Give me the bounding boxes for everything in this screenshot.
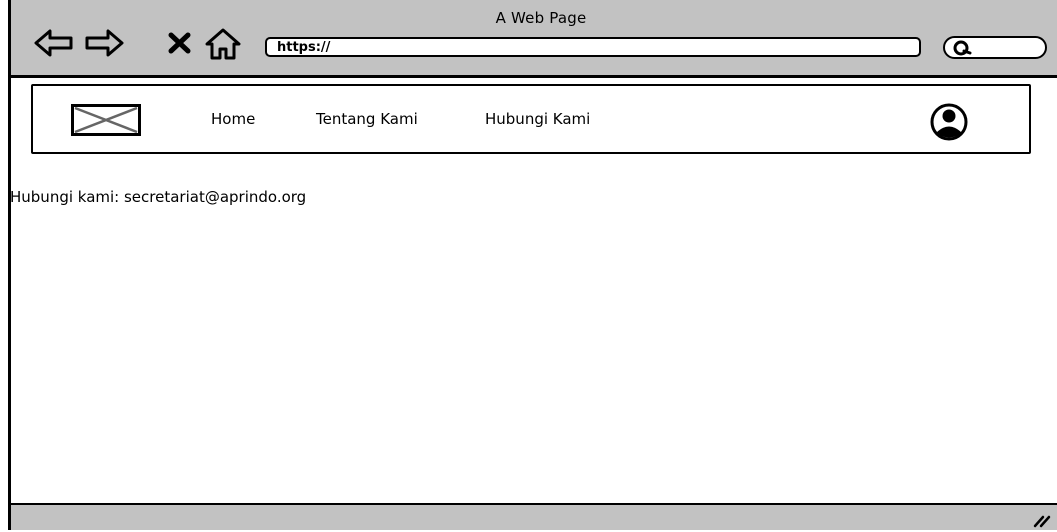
- nav-link-tentang-kami[interactable]: Tentang Kami: [316, 110, 418, 128]
- contact-text: Hubungi kami: secretariat@aprindo.org: [10, 188, 307, 206]
- close-icon[interactable]: [167, 31, 193, 59]
- search-icon: [952, 39, 974, 61]
- nav-link-home[interactable]: Home: [211, 110, 255, 128]
- home-icon[interactable]: [203, 27, 243, 65]
- image-placeholder-icon: [71, 104, 141, 140]
- address-bar[interactable]: [265, 37, 921, 57]
- site-header: Home Tentang Kami Hubungi Kami: [31, 84, 1031, 154]
- url-input[interactable]: [267, 39, 919, 55]
- back-arrow-icon[interactable]: [33, 26, 75, 64]
- browser-window: A Web Page https:// Home Tentang Kami Hu…: [8, 0, 1057, 530]
- user-avatar-icon[interactable]: [921, 102, 977, 146]
- resize-grip-icon[interactable]: [1029, 508, 1053, 532]
- nav-link-hubungi-kami[interactable]: Hubungi Kami: [485, 110, 590, 128]
- search-button[interactable]: [943, 36, 1047, 59]
- window-title: A Web Page: [495, 9, 587, 27]
- browser-titlebar: A Web Page: [11, 0, 1057, 78]
- status-bar: [11, 503, 1057, 530]
- forward-arrow-icon[interactable]: [83, 26, 125, 64]
